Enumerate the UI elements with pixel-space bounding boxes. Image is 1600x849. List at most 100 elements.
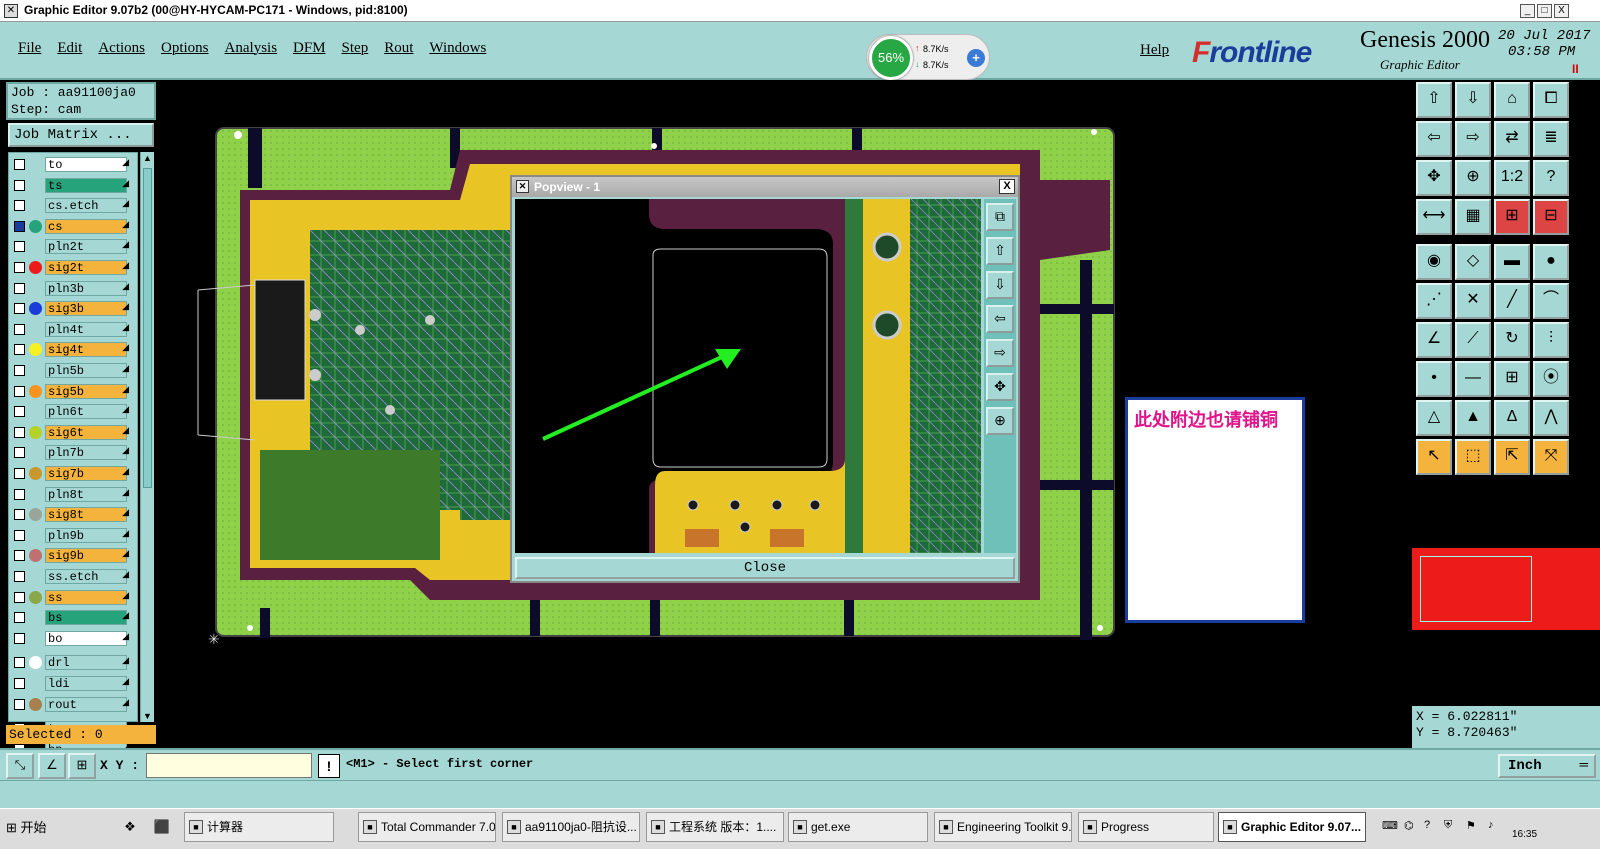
layer-name[interactable]: bo <box>45 630 127 646</box>
layer-checkbox[interactable] <box>14 509 25 521</box>
layer-checkbox[interactable] <box>14 468 25 479</box>
layer-menu-icon[interactable]: ◢ <box>122 281 129 292</box>
alert-icon[interactable]: ! <box>318 754 340 778</box>
layer-name[interactable]: pln4t <box>45 321 127 337</box>
network-widget[interactable]: 56% ↑ 8.7K/s ↓ 8.7K/s + <box>866 34 990 80</box>
layer-menu-icon[interactable]: ◢ <box>122 322 129 333</box>
layer-color-dot[interactable] <box>29 508 42 522</box>
layer-row-sig5b[interactable]: sig5b ◢ <box>9 383 139 400</box>
layer-checkbox[interactable] <box>14 159 25 170</box>
snap-red-icon[interactable]: ⊞ <box>1494 199 1530 235</box>
menu-dfm[interactable]: DFM <box>293 40 326 57</box>
cursor-icon[interactable]: ↖ <box>1416 439 1452 475</box>
scroll-up-icon[interactable]: ▲ <box>143 153 152 163</box>
pad-icon[interactable]: ◉ <box>1416 244 1452 280</box>
layer-checkbox[interactable] <box>14 426 25 438</box>
quicklaunch-app-icon[interactable]: ❖ <box>120 817 140 837</box>
layer-checkbox[interactable] <box>14 678 25 689</box>
xy-input[interactable] <box>146 753 312 778</box>
unit-selector[interactable]: Inch ═ <box>1498 754 1596 778</box>
taskbar-item[interactable]: ■ 工程系统 版本：1.... <box>646 812 784 842</box>
layer-name[interactable]: cs <box>45 218 127 234</box>
cross-icon[interactable]: ✕ <box>1455 283 1491 319</box>
pause-icon[interactable]: II <box>1572 62 1579 76</box>
layer-name[interactable]: sig9b <box>45 548 127 564</box>
layer-row-pln6t[interactable]: pln6t ◢ <box>9 403 139 420</box>
layer-row-sig4t[interactable]: sig4t ◢ <box>9 341 139 358</box>
layer-name[interactable]: sig6t <box>45 424 127 440</box>
layer-menu-icon[interactable]: ◢ <box>122 466 129 477</box>
layer-menu-icon[interactable]: ◢ <box>122 363 129 374</box>
layer-name[interactable]: cs.etch <box>45 198 127 214</box>
bus-icon[interactable]: ⫶ <box>1533 322 1569 358</box>
layer-color-dot[interactable] <box>29 219 42 233</box>
job-matrix-button[interactable]: Job Matrix ... <box>8 123 154 147</box>
layer-color-dot[interactable] <box>29 590 42 604</box>
layer-menu-icon[interactable]: ◢ <box>122 445 129 456</box>
rotate-icon[interactable]: ↻ <box>1494 322 1530 358</box>
popview-close-button[interactable]: Close <box>515 557 1015 579</box>
layer-row-pln3b[interactable]: pln3b ◢ <box>9 280 139 297</box>
layer-menu-icon[interactable]: ◢ <box>122 528 129 539</box>
layer-row-rout[interactable]: rout ◢ <box>9 696 139 713</box>
layer-row-pln2t[interactable]: pln2t ◢ <box>9 238 139 255</box>
menu-windows[interactable]: Windows <box>429 40 486 57</box>
layer-row-bo[interactable]: bo ◢ <box>9 630 139 647</box>
layer-row-sig7b[interactable]: sig7b ◢ <box>9 465 139 482</box>
layer-row-pln4t[interactable]: pln4t ◢ <box>9 321 139 338</box>
maximize-button[interactable]: □ <box>1537 4 1552 18</box>
layer-name[interactable]: pln5b <box>45 363 127 378</box>
layer-menu-icon[interactable]: ◢ <box>122 487 129 498</box>
layer-menu-icon[interactable]: ◢ <box>122 610 129 621</box>
layer-menu-icon[interactable]: ◢ <box>122 507 129 518</box>
pan-left-icon[interactable]: ⇦ <box>986 305 1014 333</box>
layer-checkbox[interactable] <box>14 323 25 335</box>
menu-actions[interactable]: Actions <box>98 40 145 57</box>
layer-checkbox[interactable] <box>14 303 25 315</box>
layer-row-sig2t[interactable]: sig2t ◢ <box>9 259 139 276</box>
layer-checkbox[interactable] <box>14 657 25 669</box>
layer-checkbox[interactable] <box>14 262 25 273</box>
layer-name[interactable]: drl <box>45 655 127 671</box>
layer-checkbox[interactable] <box>14 550 25 562</box>
popview-zoom-area[interactable] <box>515 199 981 553</box>
layer-color-dot[interactable] <box>29 384 42 398</box>
menu-file[interactable]: File <box>18 40 41 57</box>
taskbar-item[interactable]: ■ get.exe <box>788 812 928 842</box>
menu-edit[interactable]: Edit <box>57 40 82 57</box>
layer-menu-icon[interactable]: ◢ <box>122 384 129 395</box>
node-icon[interactable]: ⦿ <box>1533 361 1569 397</box>
pan-up-icon[interactable]: ⇧ <box>986 237 1014 265</box>
cursor-box-icon[interactable]: ⬚ <box>1455 439 1491 475</box>
network-tray-icon[interactable]: ⌬ <box>1404 819 1414 832</box>
pan-right-icon[interactable]: ⇨ <box>986 339 1014 367</box>
menu-help[interactable]: Help <box>1140 42 1169 59</box>
zoom-out-icon[interactable]: ⊕ <box>986 407 1014 435</box>
layer-name[interactable]: ss.etch <box>45 569 127 584</box>
layer-menu-icon[interactable]: ◢ <box>122 404 129 415</box>
layer-row-pln7b[interactable]: pln7b ◢ <box>9 444 139 461</box>
keyboard-icon[interactable]: ⌨ <box>1382 819 1398 832</box>
layer-color-dot[interactable] <box>29 656 42 670</box>
layer-name[interactable]: pln6t <box>45 404 127 420</box>
outline-triangle-icon[interactable]: ∆ <box>1494 400 1530 436</box>
layers-icon[interactable]: ≣ <box>1533 121 1569 157</box>
layer-menu-icon[interactable]: ◢ <box>122 178 129 189</box>
close-window-button[interactable]: X <box>1554 4 1569 18</box>
layer-name[interactable]: sig4t <box>45 342 127 358</box>
home-icon[interactable]: ⌂ <box>1494 82 1530 118</box>
shield-icon[interactable]: ⛨ <box>1444 819 1452 832</box>
layer-row-to[interactable]: to ◢ <box>9 156 139 173</box>
layer-name[interactable]: pln9b <box>45 527 127 543</box>
layer-checkbox[interactable] <box>14 365 25 376</box>
layer-row-ldi[interactable]: ldi ◢ <box>9 675 139 692</box>
minimize-button[interactable]: _ <box>1520 4 1535 18</box>
taskbar-item[interactable]: ■ Engineering Toolkit 9.... <box>934 812 1072 842</box>
grid-icon[interactable]: ▦ <box>1455 199 1491 235</box>
layer-color-dot[interactable] <box>29 549 42 563</box>
menu-analysis[interactable]: Analysis <box>225 40 278 57</box>
swap-icon[interactable]: ⇄ <box>1494 121 1530 157</box>
layer-color-dot[interactable] <box>29 697 42 711</box>
layer-row-drl[interactable]: drl ◢ <box>9 654 139 671</box>
home-up-icon[interactable]: ⇧ <box>1416 82 1452 118</box>
